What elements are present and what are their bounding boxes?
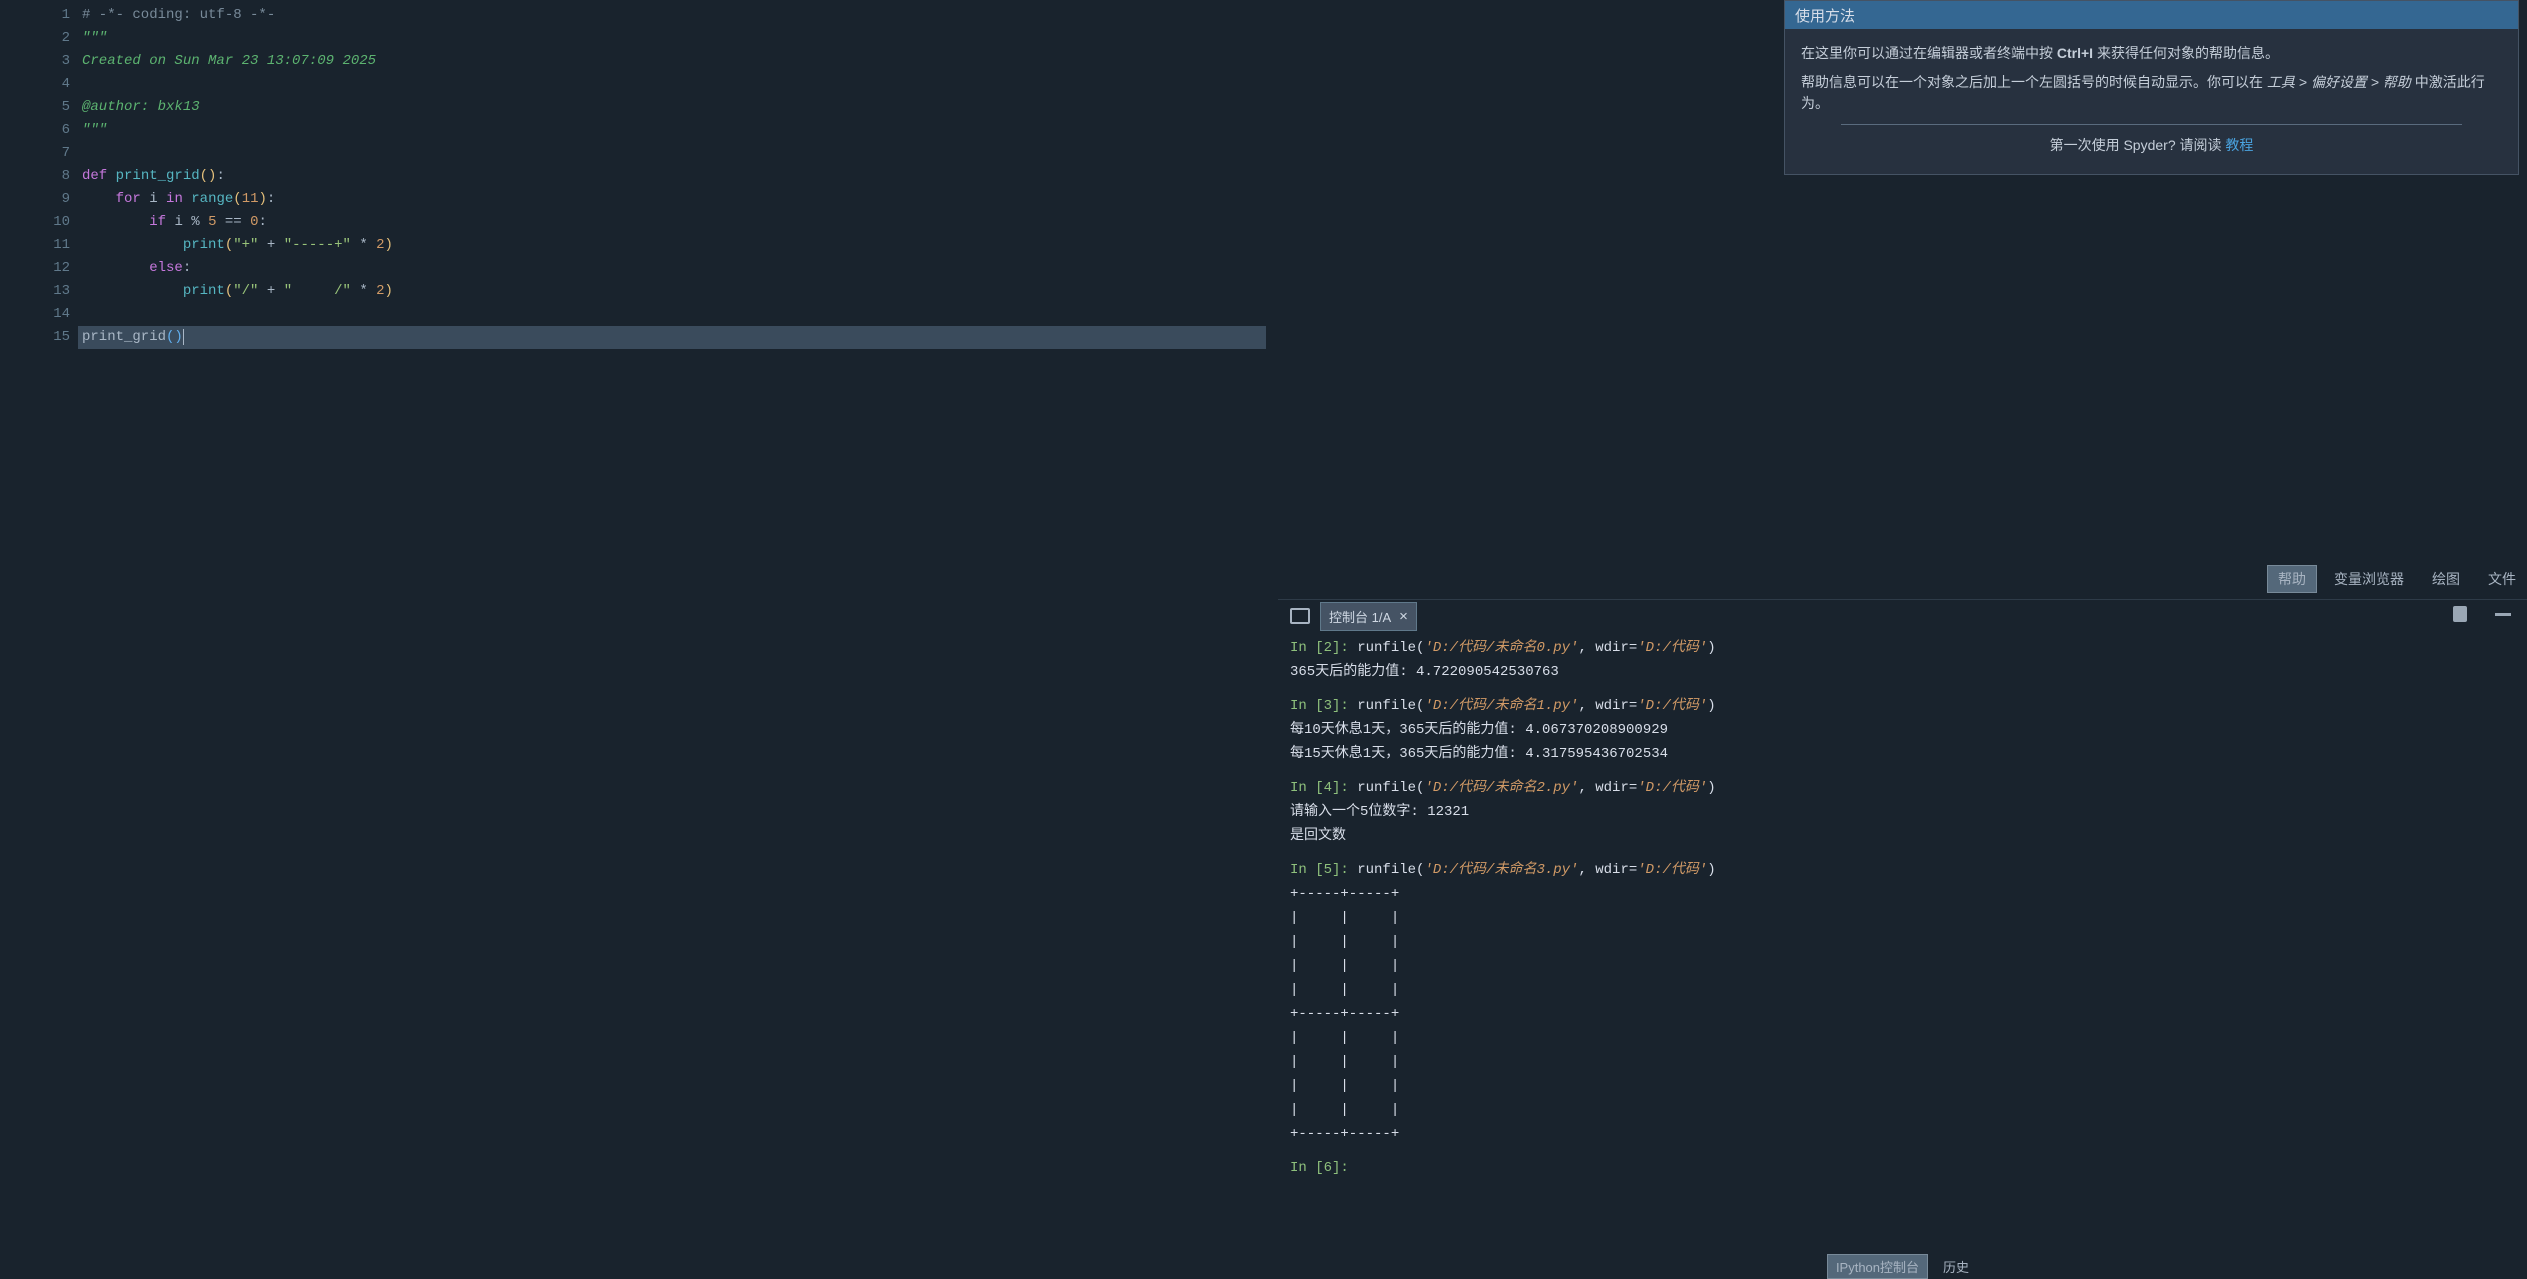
console-tab-bar: 控制台 1/A × (1278, 600, 2527, 632)
line-number: 15 (0, 326, 70, 349)
console-output-line: | | | (1290, 1074, 2519, 1098)
code-line[interactable]: @author: bxk13 (82, 96, 1266, 119)
line-number: 10 (0, 211, 70, 234)
code-line[interactable]: else: (82, 257, 1266, 280)
help-panel: 使用方法 在这里你可以通过在编辑器或者终端中按 Ctrl+I 来获得任何对象的帮… (1784, 0, 2519, 175)
line-number: 4 (0, 73, 70, 96)
line-number: 12 (0, 257, 70, 280)
code-line[interactable]: for i in range(11): (82, 188, 1266, 211)
console-output-line: | | | (1290, 1098, 2519, 1122)
code-line[interactable]: if i % 5 == 0: (82, 211, 1266, 234)
console-output-line: +-----+-----+ (1290, 882, 2519, 906)
console-input-line: In [3]: runfile('D:/代码/未命名1.py', wdir='D… (1290, 694, 2519, 718)
code-editor[interactable]: # -*- coding: utf-8 -*-"""Created on Sun… (78, 0, 1270, 1279)
line-number: 3 (0, 50, 70, 73)
code-line[interactable]: Created on Sun Mar 23 13:07:09 2025 (82, 50, 1266, 73)
console-output[interactable]: In [2]: runfile('D:/代码/未命名0.py', wdir='D… (1278, 632, 2527, 1253)
console-bottom-tab-0[interactable]: IPython控制台 (1827, 1254, 1928, 1279)
options-icon[interactable] (2495, 613, 2511, 616)
code-line[interactable]: # -*- coding: utf-8 -*- (82, 4, 1266, 27)
close-icon[interactable]: × (1399, 608, 1408, 625)
vertical-splitter[interactable] (1270, 0, 1278, 1279)
pane-tab-3[interactable]: 文件 (2477, 565, 2527, 593)
line-number: 2 (0, 27, 70, 50)
line-number: 13 (0, 280, 70, 303)
console-output-line: | | | (1290, 906, 2519, 930)
console-pane: 控制台 1/A × In [2]: runfile('D:/代码/未命名0.py… (1278, 599, 2527, 1279)
code-line[interactable]: print("/" + " /" * 2) (82, 280, 1266, 303)
code-line[interactable] (82, 142, 1266, 165)
console-output-line: | | | (1290, 1026, 2519, 1050)
pane-tab-1[interactable]: 变量浏览器 (2323, 565, 2415, 593)
console-icon (1290, 608, 1310, 624)
code-line[interactable]: print_grid() (78, 326, 1266, 349)
console-output-line: 是回文数 (1290, 824, 2519, 848)
help-panel-title: 使用方法 (1785, 1, 2518, 29)
console-output-line: | | | (1290, 930, 2519, 954)
console-output-line: +-----+-----+ (1290, 1122, 2519, 1146)
console-bottom-tabs: IPython控制台历史 (1278, 1253, 2527, 1279)
help-text-1: 在这里你可以通过在编辑器或者终端中按 Ctrl+I 来获得任何对象的帮助信息。 (1801, 43, 2502, 64)
line-number: 11 (0, 234, 70, 257)
code-line[interactable]: """ (82, 27, 1266, 50)
console-bottom-tab-1[interactable]: 历史 (1934, 1254, 1978, 1279)
line-number: 8 (0, 165, 70, 188)
console-input-line: In [2]: runfile('D:/代码/未命名0.py', wdir='D… (1290, 636, 2519, 660)
pane-tab-2[interactable]: 绘图 (2421, 565, 2471, 593)
stop-icon[interactable] (2453, 606, 2467, 622)
help-text-2: 帮助信息可以在一个对象之后加上一个左圆括号的时候自动显示。你可以在 工具 > 偏… (1801, 72, 2502, 114)
code-line[interactable] (82, 303, 1266, 326)
code-line[interactable] (82, 73, 1266, 96)
console-output-line: 每10天休息1天，365天后的能力值: 4.067370208900929 (1290, 718, 2519, 742)
line-number: 5 (0, 96, 70, 119)
console-output-line: 365天后的能力值: 4.722090542530763 (1290, 660, 2519, 684)
right-pane-tabs: 帮助变量浏览器绘图文件 (2267, 565, 2527, 593)
line-number: 9 (0, 188, 70, 211)
code-line[interactable]: """ (82, 119, 1266, 142)
console-prompt[interactable]: In [6]: (1290, 1156, 2519, 1180)
code-line[interactable]: def print_grid(): (82, 165, 1266, 188)
editor-pane[interactable]: 123456789101112131415 # -*- coding: utf-… (0, 0, 1270, 1279)
console-output-line: | | | (1290, 1050, 2519, 1074)
console-input-line: In [4]: runfile('D:/代码/未命名2.py', wdir='D… (1290, 776, 2519, 800)
console-output-line: 每15天休息1天，365天后的能力值: 4.317595436702534 (1290, 742, 2519, 766)
console-output-line: | | | (1290, 954, 2519, 978)
line-number-gutter: 123456789101112131415 (0, 0, 78, 1279)
console-output-line: 请输入一个5位数字: 12321 (1290, 800, 2519, 824)
console-tab-label: 控制台 1/A (1329, 607, 1391, 626)
code-line[interactable]: print("+" + "-----+" * 2) (82, 234, 1266, 257)
help-footer: 第一次使用 Spyder? 请阅读 教程 (1801, 135, 2502, 164)
tutorial-link[interactable]: 教程 (2225, 137, 2253, 153)
line-number: 7 (0, 142, 70, 165)
console-input-line: In [5]: runfile('D:/代码/未命名3.py', wdir='D… (1290, 858, 2519, 882)
console-output-line: +-----+-----+ (1290, 1002, 2519, 1026)
line-number: 1 (0, 4, 70, 27)
console-tab[interactable]: 控制台 1/A × (1320, 602, 1417, 631)
line-number: 6 (0, 119, 70, 142)
line-number: 14 (0, 303, 70, 326)
console-output-line: | | | (1290, 978, 2519, 1002)
pane-tab-0[interactable]: 帮助 (2267, 565, 2317, 593)
